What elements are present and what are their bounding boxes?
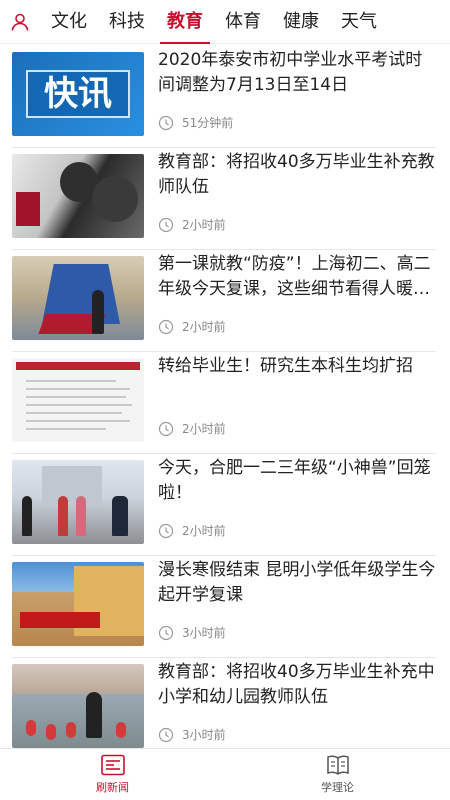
news-thumbnail bbox=[12, 358, 144, 442]
news-thumbnail bbox=[12, 256, 144, 340]
news-time: 3小时前 bbox=[182, 626, 226, 640]
news-title: 教育部：将招收40多万毕业生补充教师队伍 bbox=[158, 152, 435, 197]
category-tabs: 文化 科技 教育 体育 健康 天气 bbox=[40, 0, 388, 44]
tab-health[interactable]: 健康 bbox=[272, 0, 330, 44]
news-meta: 3小时前 bbox=[158, 624, 226, 641]
news-time: 51分钟前 bbox=[182, 116, 234, 130]
nav-theory-label: 学理论 bbox=[321, 781, 354, 794]
tab-sports[interactable]: 体育 bbox=[214, 0, 272, 44]
thumbnail-caption: 快讯 bbox=[26, 70, 130, 118]
news-title: 第一课就教“防疫”！上海初二、高二年级今天复课，这些细节看得人暖暖的 bbox=[158, 254, 431, 299]
news-meta: 51分钟前 bbox=[158, 114, 233, 131]
news-meta: 2小时前 bbox=[158, 420, 226, 437]
news-item[interactable]: 转给毕业生！研究生本科生均扩招 2小时前 bbox=[12, 352, 436, 454]
book-icon bbox=[326, 755, 349, 775]
clock-icon bbox=[158, 625, 174, 640]
news-time: 2小时前 bbox=[182, 422, 226, 436]
news-title: 转给毕业生！研究生本科生均扩招 bbox=[158, 356, 413, 376]
clock-icon bbox=[158, 217, 174, 232]
clock-icon bbox=[158, 727, 174, 742]
news-meta: 2小时前 bbox=[158, 318, 226, 335]
news-icon bbox=[100, 754, 125, 776]
news-time: 2小时前 bbox=[182, 320, 226, 334]
news-thumbnail bbox=[12, 664, 144, 748]
news-item[interactable]: 漫长寒假结束 昆明小学低年级学生今起开学复课 3小时前 bbox=[12, 556, 436, 658]
news-thumbnail bbox=[12, 460, 144, 544]
news-item[interactable]: 今天，合肥一二三年级“小神兽”回笼啦！ 2小时前 bbox=[12, 454, 436, 556]
news-list: 快讯 2020年泰安市初中学业水平考试时间调整为7月13日至14日 51分钟前 … bbox=[0, 46, 450, 748]
news-item[interactable]: 教育部：将招收40多万毕业生补充教师队伍 2小时前 bbox=[12, 148, 436, 250]
news-title: 漫长寒假结束 昆明小学低年级学生今起开学复课 bbox=[158, 560, 436, 605]
profile-button[interactable] bbox=[0, 0, 40, 44]
news-time: 3小时前 bbox=[182, 728, 226, 742]
news-time: 2小时前 bbox=[182, 524, 226, 538]
clock-icon bbox=[158, 115, 174, 130]
news-title: 今天，合肥一二三年级“小神兽”回笼啦！ bbox=[158, 458, 431, 503]
tab-tech[interactable]: 科技 bbox=[98, 0, 156, 44]
news-item[interactable]: 教育部：将招收40多万毕业生补充中小学和幼儿园教师队伍 3小时前 bbox=[12, 658, 436, 748]
user-icon bbox=[11, 13, 29, 31]
news-thumbnail bbox=[12, 562, 144, 646]
tab-weather[interactable]: 天气 bbox=[330, 0, 388, 44]
news-title: 教育部：将招收40多万毕业生补充中小学和幼儿园教师队伍 bbox=[158, 662, 435, 707]
top-tab-bar: 文化 科技 教育 体育 健康 天气 bbox=[0, 0, 450, 44]
news-meta: 2小时前 bbox=[158, 522, 226, 539]
nav-theory[interactable]: 学理论 bbox=[225, 749, 450, 800]
clock-icon bbox=[158, 421, 174, 436]
news-item[interactable]: 快讯 2020年泰安市初中学业水平考试时间调整为7月13日至14日 51分钟前 bbox=[12, 46, 436, 148]
clock-icon bbox=[158, 523, 174, 538]
clock-icon bbox=[158, 319, 174, 334]
news-meta: 2小时前 bbox=[158, 216, 226, 233]
news-thumbnail: 快讯 bbox=[12, 52, 144, 136]
nav-news[interactable]: 刷新闻 bbox=[0, 749, 225, 800]
news-title: 2020年泰安市初中学业水平考试时间调整为7月13日至14日 bbox=[158, 50, 423, 95]
tab-education[interactable]: 教育 bbox=[156, 0, 214, 44]
bottom-nav: 刷新闻 学理论 bbox=[0, 748, 450, 800]
news-meta: 3小时前 bbox=[158, 726, 226, 743]
nav-news-label: 刷新闻 bbox=[96, 781, 129, 794]
news-item[interactable]: 第一课就教“防疫”！上海初二、高二年级今天复课，这些细节看得人暖暖的 2小时前 bbox=[12, 250, 436, 352]
news-time: 2小时前 bbox=[182, 218, 226, 232]
news-thumbnail bbox=[12, 154, 144, 238]
tab-culture[interactable]: 文化 bbox=[40, 0, 98, 44]
